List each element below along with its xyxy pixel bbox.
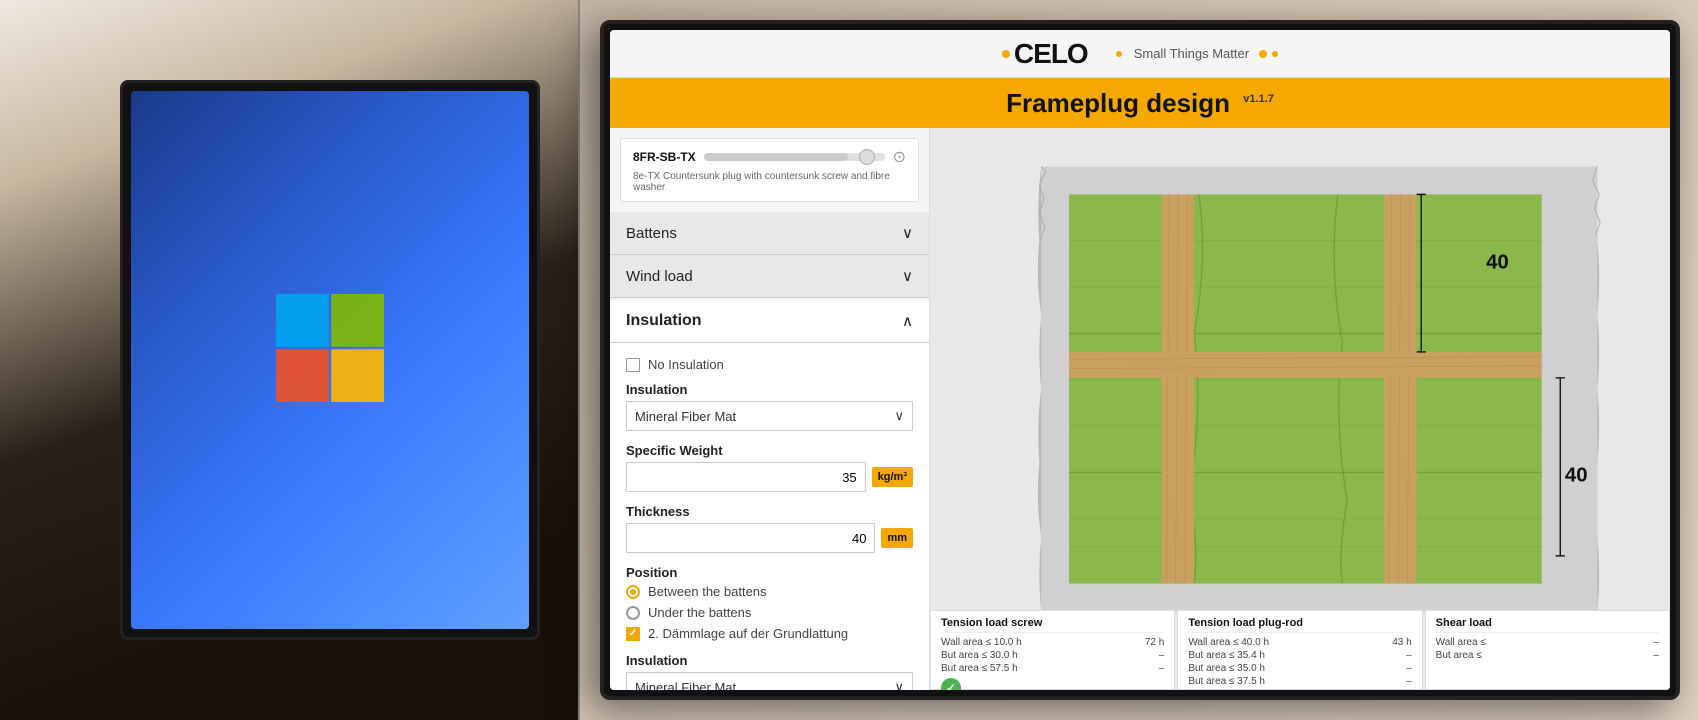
battens-section-header[interactable]: Battens ∨ [610,212,929,255]
right-panel: 40 40 [930,128,1670,690]
specific-weight-input[interactable] [626,462,866,492]
logo-dot-left [1002,50,1010,58]
thickness-unit: mm [881,528,913,548]
thickness-row: mm [626,523,913,553]
dot-2 [1259,50,1267,58]
position-radio-1[interactable] [626,606,640,620]
position-option-2[interactable]: 2. Dämmlage auf der Grundlattung [626,626,913,641]
tension-plug-row-0: Wall area ≤ 40.0 h 43 h [1188,637,1411,648]
tension-plug-row-3: But area ≤ 37.5 h – [1188,676,1411,687]
specific-weight-row: kg/m³ [626,462,913,492]
no-insulation-row[interactable]: No Insulation [626,357,913,372]
tension-plug-row-2: But area ≤ 35.0 h – [1188,663,1411,674]
logo-dots-right [1116,51,1122,57]
product-bar: 8FR-SB-TX ⊙ 8e-TX Countersunk plug with … [620,138,919,202]
visualization-container: 40 40 [970,148,1650,630]
insulation-type-value: Mineral Fiber Mat [635,409,736,424]
position-option-1[interactable]: Under the battens [626,605,913,620]
wind-load-label: Wind load [626,268,693,285]
svg-text:40: 40 [1486,252,1509,274]
position-group: Position Between the battens Under the b… [626,565,913,641]
dot-3 [1272,51,1278,57]
page-title: Frameplug design v1.1.7 [1006,88,1274,119]
app-screen: CELO Small Things Matter Frameplug desig… [610,30,1670,690]
insulation-section-header[interactable]: Insulation ∧ [610,298,929,343]
dot-container [1259,50,1278,58]
version-badge: v1.1.7 [1243,93,1274,105]
position-label-2: 2. Dämmlage auf der Grundlattung [648,626,848,641]
no-insulation-checkbox[interactable] [626,358,640,372]
title-bar: Frameplug design v1.1.7 [610,78,1670,128]
tension-screw-row-2: But area ≤ 57.5 h – [941,663,1164,674]
tension-plug-title: Tension load plug-rod [1188,617,1411,633]
product-slider[interactable] [704,153,885,161]
position-label: Position [626,565,913,580]
product-desc: 8e-TX Countersunk plug with countersunk … [633,171,906,193]
position-label-1: Under the battens [648,605,751,620]
insulation-title-label: Insulation [626,312,702,330]
insulation2-arrow: ∨ [894,679,904,690]
insulation-svg: 40 40 [970,148,1650,630]
tension-plug-card: Tension load plug-rod Wall area ≤ 40.0 h… [1177,610,1422,690]
check-icon: ✓ [941,678,961,690]
shear-load-title: Shear load [1436,617,1659,633]
insulation2-value: Mineral Fiber Mat [635,680,736,691]
thickness-group: Thickness mm [626,504,913,553]
specific-weight-label: Specific Weight [626,443,913,458]
shear-load-card: Shear load Wall area ≤ – But area ≤ – [1425,610,1670,690]
specific-weight-unit: kg/m³ [872,467,913,487]
no-insulation-label: No Insulation [648,357,724,372]
svg-text:40: 40 [1565,465,1588,487]
dot-1 [1116,51,1122,57]
insulation-type-arrow: ∨ [894,408,904,424]
slider-track [704,153,849,161]
celo-logo: CELO [1014,38,1088,70]
wind-load-chevron: ∨ [902,267,913,285]
main-content: 8FR-SB-TX ⊙ 8e-TX Countersunk plug with … [610,128,1670,690]
header-center: CELO Small Things Matter [1002,38,1278,70]
tagline: Small Things Matter [1134,46,1249,61]
battens-chevron: ∨ [902,224,913,242]
tension-screw-row-0: Wall area ≤ 10.0 h 72 h [941,637,1164,648]
bottom-cards: Tension load screw Wall area ≤ 10.0 h 72… [930,610,1670,690]
left-monitor-screen [131,91,529,629]
tension-screw-card: Tension load screw Wall area ≤ 10.0 h 72… [930,610,1175,690]
position-check-2[interactable] [626,627,640,641]
person-background [0,0,580,720]
tension-screw-row-1: But area ≤ 30.0 h – [941,650,1164,661]
check-area: ✓ [941,678,1164,690]
insulation2-label: Insulation [626,653,913,668]
left-monitor [120,80,540,640]
insulation-type-label: Insulation [626,382,913,397]
position-option-0[interactable]: Between the battens [626,584,913,599]
position-radio-0[interactable] [626,585,640,599]
specific-weight-group: Specific Weight kg/m³ [626,443,913,492]
wind-load-section-header[interactable]: Wind load ∨ [610,255,929,298]
app-header: CELO Small Things Matter [610,30,1670,78]
insulation-type-select[interactable]: Mineral Fiber Mat ∨ [626,401,913,431]
windows-logo [270,288,390,408]
slider-icon: ⊙ [893,147,906,167]
insulation2-select[interactable]: Mineral Fiber Mat ∨ [626,672,913,690]
insulation-type-group: Insulation Mineral Fiber Mat ∨ [626,382,913,431]
thickness-label: Thickness [626,504,913,519]
left-panel: 8FR-SB-TX ⊙ 8e-TX Countersunk plug with … [610,128,930,690]
position-label-0: Between the battens [648,584,767,599]
shear-load-row-1: But area ≤ – [1436,650,1659,661]
insulation2-group: Insulation Mineral Fiber Mat ∨ [626,653,913,690]
tension-screw-title: Tension load screw [941,617,1164,633]
shear-load-row-0: Wall area ≤ – [1436,637,1659,648]
product-name: 8FR-SB-TX [633,150,696,164]
position-radio-group: Between the battens Under the battens 2.… [626,584,913,641]
battens-label: Battens [626,225,677,242]
thickness-input[interactable] [626,523,875,553]
insulation-content: No Insulation Insulation Mineral Fiber M… [610,343,929,690]
insulation-chevron: ∧ [902,312,913,330]
tension-plug-row-1: But area ≤ 35.4 h – [1188,650,1411,661]
slider-thumb [859,149,875,165]
right-monitor: CELO Small Things Matter Frameplug desig… [600,20,1680,700]
product-bar-top: 8FR-SB-TX ⊙ [633,147,906,167]
